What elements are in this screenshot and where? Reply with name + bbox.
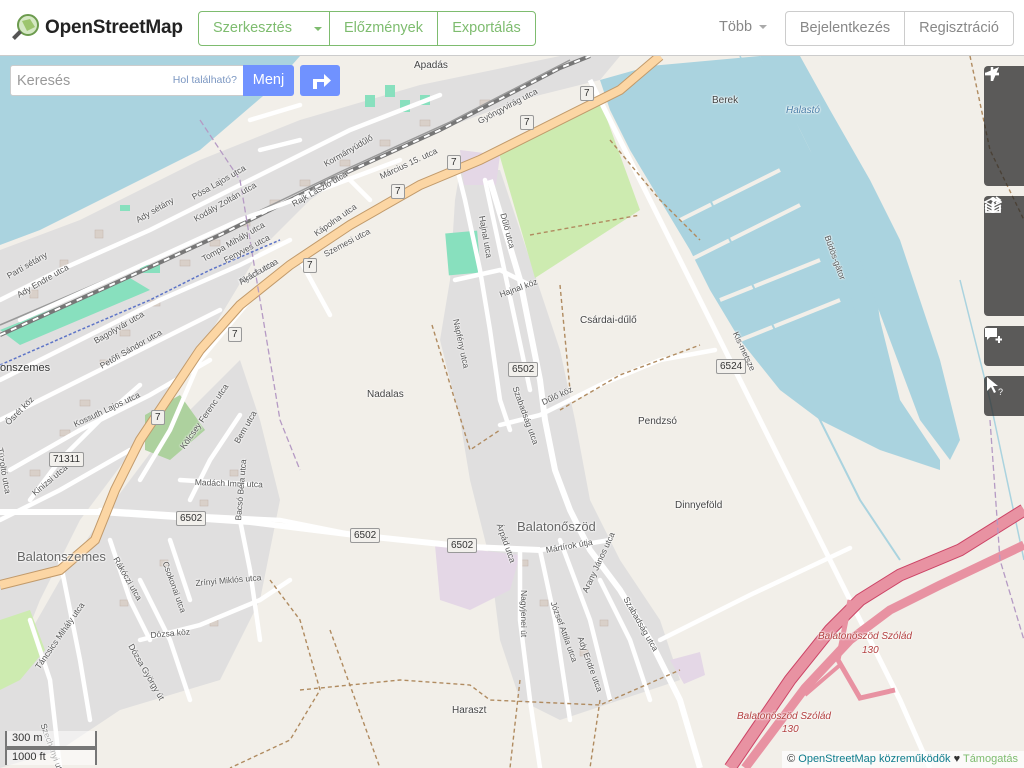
road-shield: 7 bbox=[580, 86, 594, 101]
place-haraszt: Haraszt bbox=[452, 705, 487, 716]
logo[interactable]: OpenStreetMap bbox=[10, 13, 183, 43]
road-shield: 7 bbox=[228, 327, 242, 342]
search-placeholder: Keresés bbox=[17, 73, 71, 89]
edit-button[interactable]: Szerkesztés bbox=[198, 11, 307, 46]
scale-metric: 300 m bbox=[5, 731, 97, 748]
header: OpenStreetMap Szerkesztés Előzmények Exp… bbox=[0, 0, 1024, 56]
motorway-label: Balatonőszöd Szólád bbox=[737, 711, 831, 722]
map-canvas[interactable]: Apadás Berek Halastó Csárdai-dűlő Nadalas Pen… bbox=[0, 56, 1024, 768]
search-input[interactable]: Keresés Hol található? bbox=[10, 65, 244, 96]
place-apadas: Apadás bbox=[414, 60, 448, 71]
where-is-this-link[interactable]: Hol található? bbox=[173, 74, 237, 86]
scale-imperial: 1000 ft bbox=[5, 748, 97, 765]
motorway-ref: 130 bbox=[862, 645, 879, 656]
place-balatonszemes-station: onszemes bbox=[0, 362, 51, 374]
note-control bbox=[984, 326, 1024, 366]
road-shield: 6502 bbox=[350, 528, 381, 543]
query-icon: ? bbox=[987, 377, 1003, 396]
query-control: ? bbox=[984, 376, 1024, 416]
road-shield: 6502 bbox=[176, 511, 207, 526]
place-pendzso: Pendzsó bbox=[638, 416, 677, 427]
osm-logo-icon bbox=[12, 14, 39, 40]
locate-button[interactable] bbox=[984, 67, 1024, 186]
road-shield: 6502 bbox=[447, 538, 478, 553]
place-nadalas: Nadalas bbox=[367, 389, 404, 400]
search-bar: Keresés Hol található? Menj bbox=[0, 56, 350, 106]
place-dinnyefold: Dinnyeföld bbox=[675, 500, 723, 511]
place-balatonoszod: Balatonőszöd bbox=[517, 519, 596, 534]
place-csardai-dulo: Csárdai-dűlő bbox=[580, 315, 637, 326]
info-button[interactable] bbox=[984, 197, 1024, 276]
zoom-controls bbox=[984, 66, 1024, 186]
road-shield: 7 bbox=[151, 410, 165, 425]
road-shield: 7 bbox=[447, 155, 461, 170]
caret-down-icon bbox=[759, 25, 768, 30]
road-shield: 7 bbox=[303, 258, 317, 273]
svg-text:?: ? bbox=[998, 387, 1003, 396]
road-shield: 71311 bbox=[49, 452, 85, 467]
share-button[interactable] bbox=[984, 196, 1024, 316]
history-button[interactable]: Előzmények bbox=[329, 11, 438, 46]
share-icon bbox=[985, 196, 1002, 213]
map-tools bbox=[984, 196, 1024, 316]
scale-bar: 300 m 1000 ft bbox=[5, 731, 97, 765]
edit-dropdown-button[interactable] bbox=[306, 11, 330, 46]
site-title: OpenStreetMap bbox=[45, 17, 183, 38]
more-menu[interactable]: Több bbox=[719, 19, 768, 35]
road-shield: 7 bbox=[520, 115, 534, 130]
place-balatonszemes: Balatonszemes bbox=[17, 549, 106, 564]
road-shield: 6524 bbox=[716, 359, 747, 374]
motorway-label: Balatonőszöd Szólád bbox=[818, 631, 912, 642]
search-go-button[interactable]: Menj bbox=[243, 65, 294, 96]
attribution: © OpenStreetMap közreműködők ♥ Támogatás bbox=[782, 751, 1024, 768]
motorway-ref: 130 bbox=[782, 724, 799, 735]
more-label: Több bbox=[719, 19, 753, 35]
place-berek: Berek bbox=[712, 95, 739, 106]
donate-link[interactable]: Támogatás bbox=[963, 753, 1018, 765]
export-button[interactable]: Exportálás bbox=[437, 11, 536, 46]
heart-icon: ♥ bbox=[953, 753, 961, 765]
signup-button[interactable]: Regisztráció bbox=[904, 11, 1014, 46]
zoom-out-button[interactable] bbox=[984, 72, 1024, 146]
directions-button[interactable] bbox=[300, 65, 340, 96]
place-halasto: Halastó bbox=[786, 105, 820, 116]
chevron-down-icon bbox=[314, 27, 322, 31]
add-note-button[interactable] bbox=[984, 326, 1024, 366]
road-shield: 7 bbox=[391, 184, 405, 199]
directions-icon bbox=[313, 74, 331, 89]
osm-contributors-link[interactable]: OpenStreetMap közreműködők bbox=[798, 753, 950, 765]
road-shield: 6502 bbox=[508, 362, 539, 377]
street-label: Nagyjenei út bbox=[519, 590, 529, 638]
copyright-symbol: © bbox=[787, 753, 796, 765]
locate-icon bbox=[985, 67, 999, 81]
query-features-button[interactable]: ? bbox=[984, 376, 1024, 416]
login-button[interactable]: Bejelentkezés bbox=[785, 11, 905, 46]
note-icon bbox=[985, 328, 1002, 343]
